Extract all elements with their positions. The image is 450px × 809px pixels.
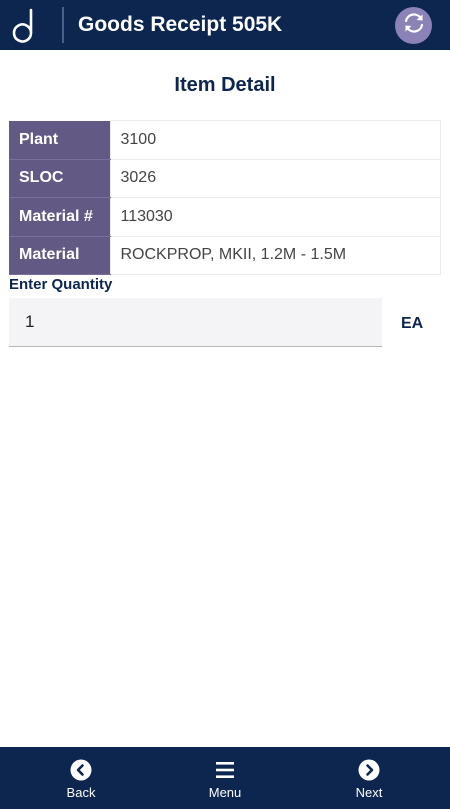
material-number-value: 113030 [109, 197, 441, 237]
menu-button[interactable]: Menu [185, 747, 265, 809]
material-value: ROCKPROP, MKII, 1.2M - 1.5M [109, 235, 441, 275]
bottom-nav: Back Menu Next [0, 747, 450, 809]
app-title: Goods Receipt 505K [78, 13, 283, 36]
d-logo-icon [0, 0, 52, 50]
menu-label: Menu [208, 785, 242, 800]
plant-value: 3100 [109, 120, 441, 160]
material-label: Material [9, 236, 110, 275]
table-row: Plant 3100 [9, 120, 441, 160]
sloc-label: SLOC [9, 159, 110, 198]
next-button[interactable]: Next [329, 747, 409, 809]
back-label: Back [66, 785, 96, 800]
back-button[interactable]: Back [41, 747, 121, 809]
unit-of-measure: EA [401, 315, 424, 332]
header-divider [62, 7, 64, 43]
table-row: Material # 113030 [9, 197, 441, 237]
next-arrow-icon [358, 759, 380, 781]
quantity-input[interactable] [9, 298, 382, 347]
refresh-button[interactable] [395, 6, 432, 44]
material-number-label: Material # [9, 197, 110, 237]
app-header: Goods Receipt 505K [0, 0, 450, 50]
hamburger-menu-icon [214, 759, 236, 781]
plant-label: Plant [9, 120, 110, 160]
page-title: Item Detail [174, 74, 276, 96]
back-arrow-icon [70, 759, 92, 781]
item-detail-table: Plant 3100 SLOC 3026 Material # 113030 M… [9, 120, 441, 275]
table-row: SLOC 3026 [9, 158, 441, 198]
table-row: Material ROCKPROP, MKII, 1.2M - 1.5M [9, 235, 441, 275]
quantity-label: Enter Quantity [9, 276, 113, 293]
refresh-icon [401, 10, 427, 41]
sloc-value: 3026 [109, 158, 441, 198]
next-label: Next [355, 785, 383, 800]
app-screen: Goods Receipt 505K Item Detail Plant 310… [0, 0, 450, 809]
